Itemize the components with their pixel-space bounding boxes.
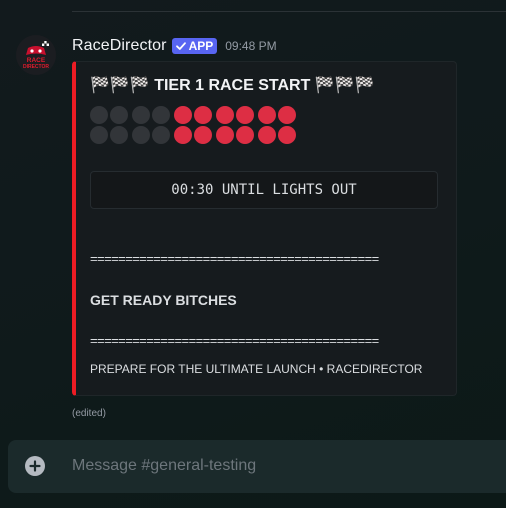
message-header: RaceDirector APP 09:48 PM xyxy=(72,36,277,56)
red-light-icon xyxy=(236,126,254,144)
message-input[interactable] xyxy=(72,455,492,477)
countdown-codeblock: 00:30 UNTIL LIGHTS OUT xyxy=(90,171,438,209)
check-icon xyxy=(175,42,186,50)
off-light-icon xyxy=(152,126,170,144)
off-light-icon xyxy=(90,106,108,124)
off-light-icon xyxy=(90,126,108,144)
red-light-icon xyxy=(278,106,296,124)
red-light-icon xyxy=(194,126,212,144)
red-light-icon xyxy=(174,126,192,144)
separator-line: ========================================… xyxy=(90,333,379,348)
red-light-icon xyxy=(216,106,234,124)
red-light-icon xyxy=(174,106,192,124)
embed-footer: PREPARE FOR THE ULTIMATE LAUNCH • RACEDI… xyxy=(90,362,423,376)
red-light-icon xyxy=(194,106,212,124)
light-row xyxy=(90,106,296,124)
red-light-icon xyxy=(258,106,276,124)
start-lights xyxy=(90,106,296,146)
plus-circle-icon xyxy=(29,460,41,472)
red-light-icon xyxy=(216,126,234,144)
racedirector-logo-icon: RACE DIRECTOR xyxy=(16,35,56,75)
app-tag: APP xyxy=(171,38,218,54)
add-attachment-button[interactable] xyxy=(25,456,45,476)
off-light-icon xyxy=(132,106,150,124)
off-light-icon xyxy=(110,106,128,124)
red-light-icon xyxy=(236,106,254,124)
app-tag-label: APP xyxy=(188,39,214,53)
separator-line: ========================================… xyxy=(90,251,379,266)
light-row xyxy=(90,126,296,144)
off-light-icon xyxy=(152,106,170,124)
message-composer xyxy=(8,440,506,493)
avatar[interactable]: RACE DIRECTOR xyxy=(16,35,56,75)
red-light-icon xyxy=(258,126,276,144)
avatar-text-top: RACE xyxy=(27,57,46,64)
avatar-text-bottom: DIRECTOR xyxy=(23,64,49,70)
embed: 🏁🏁🏁 TIER 1 RACE START 🏁🏁🏁 00:30 UNTIL LI… xyxy=(72,61,457,396)
top-divider xyxy=(72,11,506,12)
embed-shout: GET READY BITCHES xyxy=(90,292,237,308)
off-light-icon xyxy=(110,126,128,144)
off-light-icon xyxy=(132,126,150,144)
edited-label: (edited) xyxy=(72,408,106,419)
username[interactable]: RaceDirector xyxy=(72,37,167,55)
embed-title: 🏁🏁🏁 TIER 1 RACE START 🏁🏁🏁 xyxy=(90,77,375,94)
red-light-icon xyxy=(278,126,296,144)
timestamp[interactable]: 09:48 PM xyxy=(225,39,276,53)
